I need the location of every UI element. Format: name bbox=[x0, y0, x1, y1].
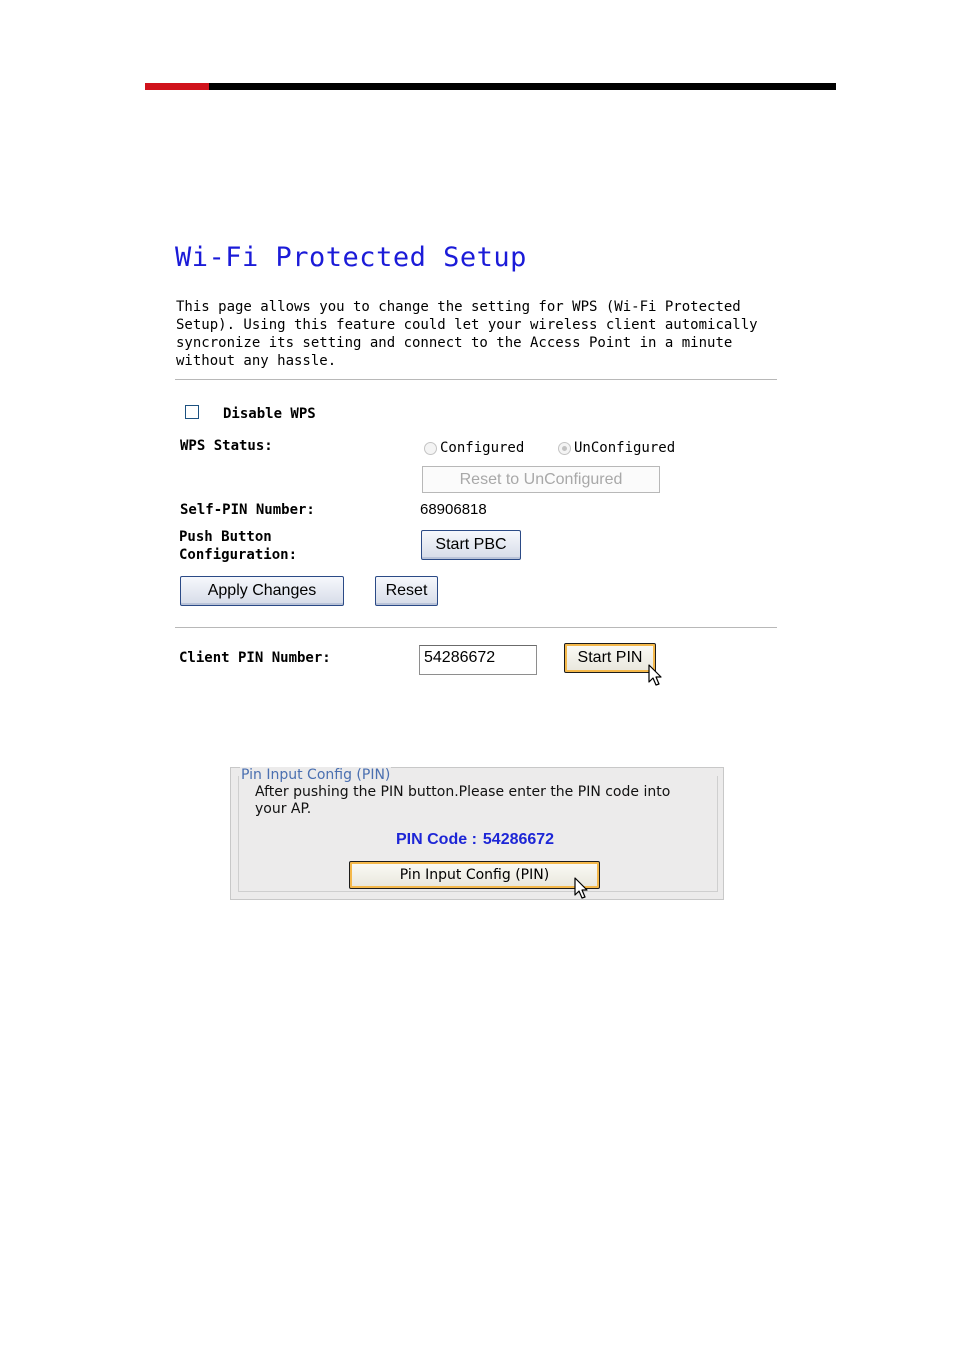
start-pbc-button[interactable]: Start PBC bbox=[421, 530, 521, 560]
radio-unconfigured[interactable]: UnConfigured bbox=[558, 440, 675, 456]
disable-wps-label: Disable WPS bbox=[223, 406, 316, 422]
pin-code-label: PIN Code : bbox=[396, 831, 477, 848]
radio-unconfigured-label: UnConfigured bbox=[574, 440, 676, 456]
self-pin-label: Self-PIN Number: bbox=[180, 502, 315, 518]
header-bar bbox=[209, 83, 836, 90]
pbc-label-line2: Configuration: bbox=[179, 547, 298, 563]
pin-panel-description: After pushing the PIN button.Please ente… bbox=[255, 784, 671, 817]
pin-code-display: PIN Code : 54286672 bbox=[396, 831, 554, 849]
self-pin-value: 68906818 bbox=[420, 501, 487, 518]
disable-wps-checkbox[interactable] bbox=[185, 405, 199, 419]
page-description: This page allows you to change the setti… bbox=[176, 299, 758, 369]
pin-panel-legend: Pin Input Config (PIN) bbox=[240, 767, 392, 783]
apply-changes-button[interactable]: Apply Changes bbox=[180, 576, 344, 606]
client-pin-label: Client PIN Number: bbox=[179, 650, 331, 666]
pbc-label-line1: Push Button bbox=[179, 529, 272, 545]
pin-input-config-button[interactable]: Pin Input Config (PIN) bbox=[349, 861, 600, 889]
start-pin-button[interactable]: Start PIN bbox=[564, 643, 656, 673]
pin-code-value: 54286672 bbox=[482, 831, 555, 848]
divider bbox=[175, 379, 777, 380]
reset-button[interactable]: Reset bbox=[375, 576, 438, 606]
page-title: Wi-Fi Protected Setup bbox=[175, 242, 527, 273]
reset-unconfigured-button[interactable]: Reset to UnConfigured bbox=[422, 466, 660, 493]
header-accent-bar bbox=[145, 83, 209, 90]
radio-button[interactable] bbox=[424, 441, 437, 455]
wps-status-label: WPS Status: bbox=[180, 438, 273, 454]
radio-configured[interactable]: Configured bbox=[424, 440, 524, 456]
client-pin-input[interactable]: 54286672 bbox=[419, 645, 537, 675]
radio-configured-label: Configured bbox=[440, 440, 525, 456]
mouse-cursor-icon bbox=[574, 877, 588, 899]
radio-button[interactable] bbox=[558, 441, 571, 455]
divider bbox=[175, 627, 777, 628]
mouse-cursor-icon bbox=[648, 664, 662, 686]
